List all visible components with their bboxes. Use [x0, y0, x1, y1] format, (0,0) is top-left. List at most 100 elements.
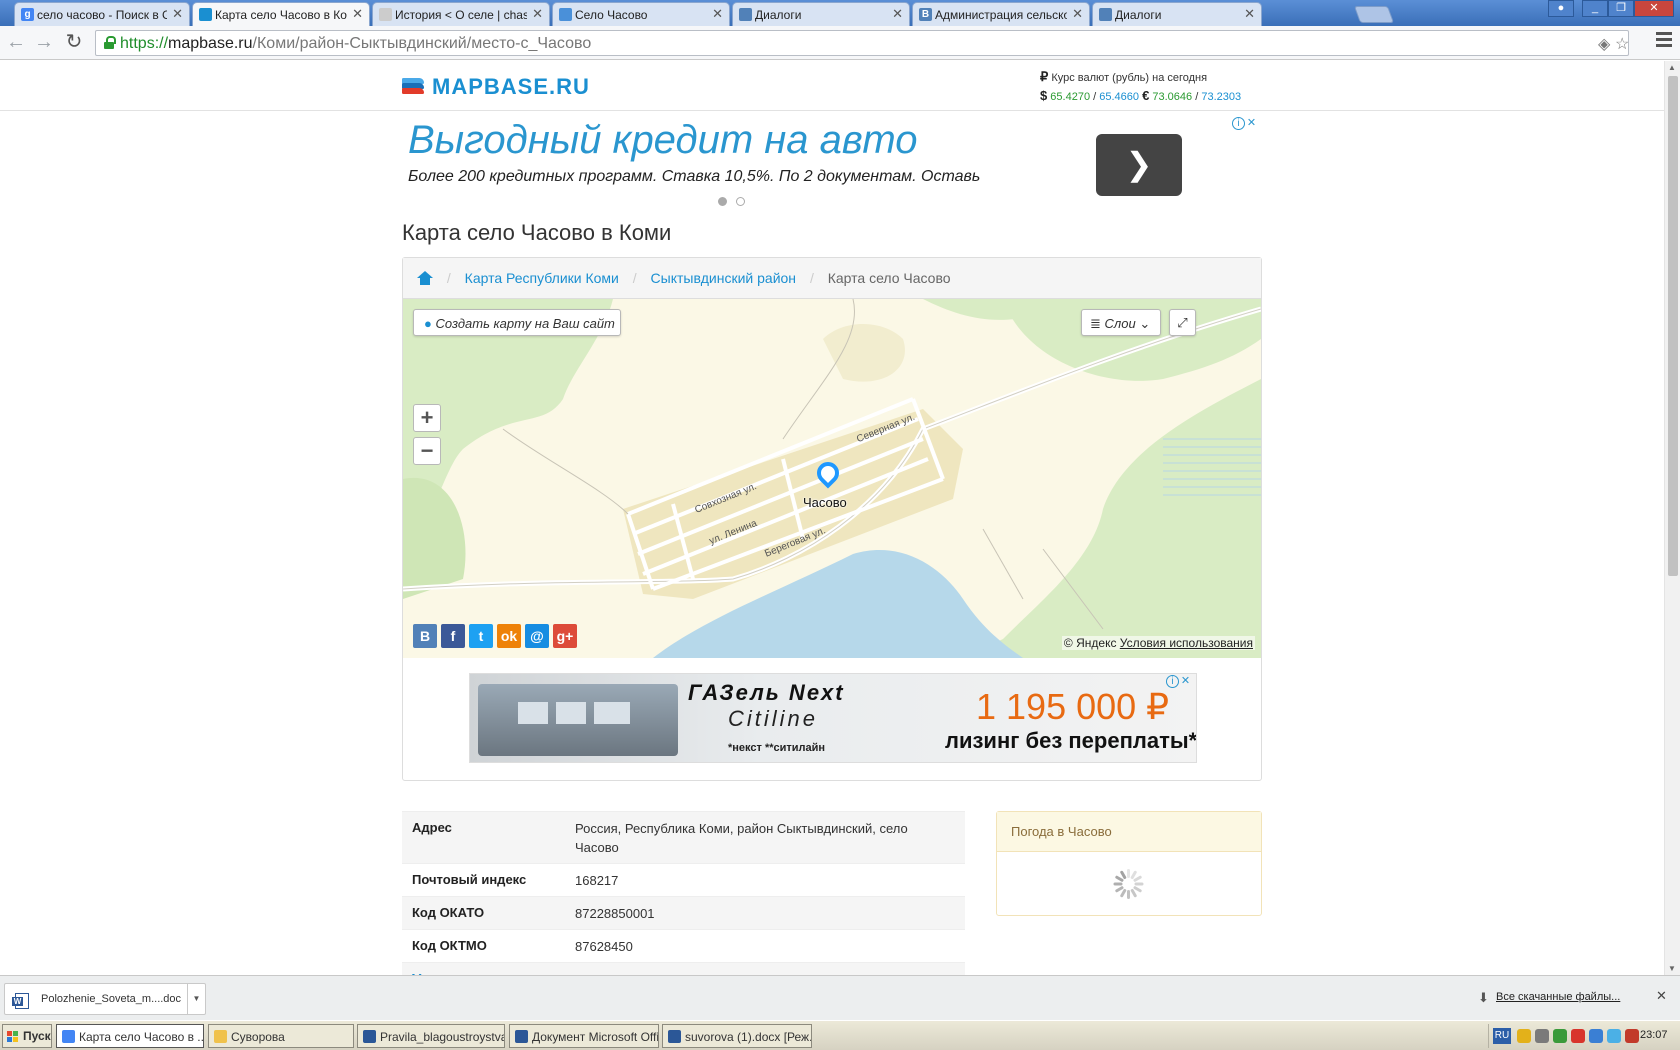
- taskbar-item[interactable]: Pravila_blagoustroystva ...: [357, 1024, 505, 1048]
- yandex-map[interactable]: ● Создать карту на Ваш сайт ≣ Слои ⌄ ⤢ +…: [403, 299, 1261, 658]
- windows-logo-icon: [7, 1031, 19, 1043]
- back-button[interactable]: ←: [4, 31, 28, 55]
- scrollbar-thumb[interactable]: [1668, 76, 1678, 576]
- adchoices-icon[interactable]: i ✕: [1166, 675, 1196, 690]
- tab-close-icon[interactable]: ✕: [712, 6, 723, 22]
- browser-tab[interactable]: gсело часово - Поиск в Goog ✕: [14, 2, 190, 26]
- vertical-scrollbar[interactable]: ▲ ▼: [1664, 61, 1680, 975]
- taskbar-item[interactable]: Суворова: [208, 1024, 354, 1048]
- row-key: Почтовый индекс: [412, 872, 527, 887]
- browser-tab[interactable]: Диалоги ✕: [1092, 2, 1262, 26]
- reload-button[interactable]: ↻: [62, 31, 86, 55]
- close-icon[interactable]: ✕: [1656, 988, 1667, 1004]
- carousel-dot[interactable]: [718, 197, 727, 206]
- vk-icon[interactable]: В: [413, 624, 437, 648]
- tab-close-icon[interactable]: ✕: [892, 6, 903, 22]
- taskbar-item[interactable]: suvorova (1).docx [Реж...: [662, 1024, 812, 1048]
- facebook-icon[interactable]: f: [441, 624, 465, 648]
- carousel-dot[interactable]: [736, 197, 745, 206]
- breadcrumb-komi[interactable]: Карта Республики Коми: [465, 270, 619, 286]
- minimize-button[interactable]: _: [1582, 0, 1608, 17]
- mailru-icon[interactable]: @: [525, 624, 549, 648]
- breadcrumb: / Карта Республики Коми / Сыктывдинский …: [403, 258, 1261, 299]
- antivirus-icon[interactable]: [1625, 1029, 1639, 1043]
- adchoices-icon[interactable]: i ✕: [1232, 117, 1262, 132]
- row-value: Россия, Республика Коми, район Сыктывдин…: [575, 821, 908, 855]
- table-row: Код ОКАТО 87228850001: [402, 896, 965, 929]
- terms-link[interactable]: Условия использования: [1120, 636, 1253, 650]
- tab-close-icon[interactable]: ✕: [172, 6, 183, 22]
- tab-close-icon[interactable]: ✕: [352, 6, 363, 22]
- spinner-segment: [1127, 890, 1130, 899]
- security-icon[interactable]: [1553, 1029, 1567, 1043]
- twitter-icon[interactable]: t: [469, 624, 493, 648]
- chrome-menu-icon[interactable]: [1656, 32, 1672, 50]
- tab-close-icon[interactable]: ✕: [1244, 6, 1255, 22]
- user-icon[interactable]: ●: [1548, 0, 1574, 17]
- warning-icon[interactable]: [1571, 1029, 1585, 1043]
- city-label: Часово: [803, 495, 847, 510]
- browser-tab[interactable]: Диалоги ✕: [732, 2, 910, 26]
- tab-label: Диалоги: [1115, 8, 1162, 22]
- zoom-in-button[interactable]: +: [413, 404, 441, 432]
- scroll-up-icon[interactable]: ▲: [1668, 63, 1676, 72]
- bluetooth-icon[interactable]: [1589, 1029, 1603, 1043]
- tab-label: Диалоги: [755, 8, 802, 22]
- download-item[interactable]: Polozhenie_Soveta_m....doc ▼: [4, 983, 206, 1015]
- shield-icon[interactable]: ◈: [1598, 34, 1610, 54]
- table-row: Почтовый индекс 168217: [402, 863, 965, 896]
- restore-button[interactable]: ❐: [1608, 0, 1634, 17]
- breadcrumb-sep: /: [809, 270, 814, 286]
- fullscreen-icon[interactable]: ⤢: [1169, 309, 1196, 336]
- all-downloads-link[interactable]: Все скачанные файлы...: [1496, 991, 1620, 1003]
- odnoklassniki-icon[interactable]: ok: [497, 624, 521, 648]
- page-title: Карта село Часово в Коми: [402, 220, 672, 245]
- breadcrumb-district[interactable]: Сыктывдинский район: [651, 270, 797, 286]
- address-bar[interactable]: https://mapbase.ru/Коми/район-Сыктывдинс…: [95, 30, 1629, 56]
- ad-banner-gazelle[interactable]: ГАЗель Next Citiline *некст **ситилайн 1…: [469, 673, 1197, 763]
- breadcrumb-current: Карта село Часово: [827, 270, 951, 286]
- taskbar-label: suvorova (1).docx [Реж...: [685, 1030, 812, 1044]
- language-indicator[interactable]: RU: [1493, 1028, 1511, 1044]
- scroll-down-icon[interactable]: ▼: [1668, 964, 1676, 973]
- googleplus-icon[interactable]: g+: [553, 624, 577, 648]
- clock[interactable]: 23:07: [1640, 1029, 1668, 1041]
- dialog-icon: [1099, 8, 1112, 21]
- bus-image: [478, 684, 678, 756]
- rate-sep: /: [1195, 91, 1199, 103]
- create-map-label: Создать карту на Ваш сайт: [435, 316, 615, 331]
- eur-buy: 73.0646: [1152, 91, 1193, 103]
- row-key: Код ОКТМО: [412, 938, 487, 953]
- browser-tab[interactable]: ВАдминистрация сельского п ✕: [912, 2, 1090, 26]
- usd-buy: 65.4270: [1050, 91, 1091, 103]
- forward-button[interactable]: →: [32, 31, 56, 55]
- zoom-out-button[interactable]: −: [413, 437, 441, 465]
- layers-button[interactable]: ≣ Слои ⌄: [1081, 309, 1161, 336]
- create-map-button[interactable]: ● Создать карту на Ваш сайт: [413, 309, 621, 336]
- browser-tab[interactable]: Карта село Часово в Коми ✕: [192, 2, 370, 26]
- ad-arrow-button[interactable]: ❯: [1096, 134, 1182, 196]
- taskbar-item[interactable]: Карта село Часово в ...: [56, 1024, 204, 1048]
- home-icon[interactable]: [417, 271, 433, 285]
- close-window-button[interactable]: ✕: [1634, 0, 1674, 17]
- sync-icon[interactable]: [1607, 1029, 1621, 1043]
- tab-close-icon[interactable]: ✕: [1072, 6, 1083, 22]
- loading-spinner-icon: [1113, 869, 1144, 899]
- shield-icon[interactable]: [1517, 1029, 1531, 1043]
- bookmark-star-icon[interactable]: ☆: [1615, 34, 1629, 54]
- browser-tab[interactable]: Село Часово ✕: [552, 2, 730, 26]
- ad-title[interactable]: Выгодный кредит на авто: [408, 118, 917, 163]
- taskbar-label: Pravila_blagoustroystva ...: [380, 1030, 505, 1044]
- taskbar-item[interactable]: Документ Microsoft Offi...: [509, 1024, 659, 1048]
- url-text[interactable]: https://mapbase.ru/Коми/район-Сыктывдинс…: [120, 35, 591, 53]
- browser-tab[interactable]: История < О селе | chasov ✕: [372, 2, 550, 26]
- page-viewport: MAPBASE.RU ₽ Курс валют (рубль) на сегод…: [0, 61, 1664, 975]
- info-table: Адрес Россия, Республика Коми, район Сыкт…: [402, 811, 965, 975]
- network-icon[interactable]: [1535, 1029, 1549, 1043]
- social-share-bar: Вf t ok @ g+: [413, 624, 581, 648]
- start-label: Пуск: [23, 1029, 51, 1043]
- tab-close-icon[interactable]: ✕: [532, 6, 543, 22]
- start-button[interactable]: Пуск: [2, 1024, 52, 1048]
- new-tab-button[interactable]: [1353, 6, 1395, 23]
- chevron-down-icon[interactable]: ▼: [187, 984, 205, 1014]
